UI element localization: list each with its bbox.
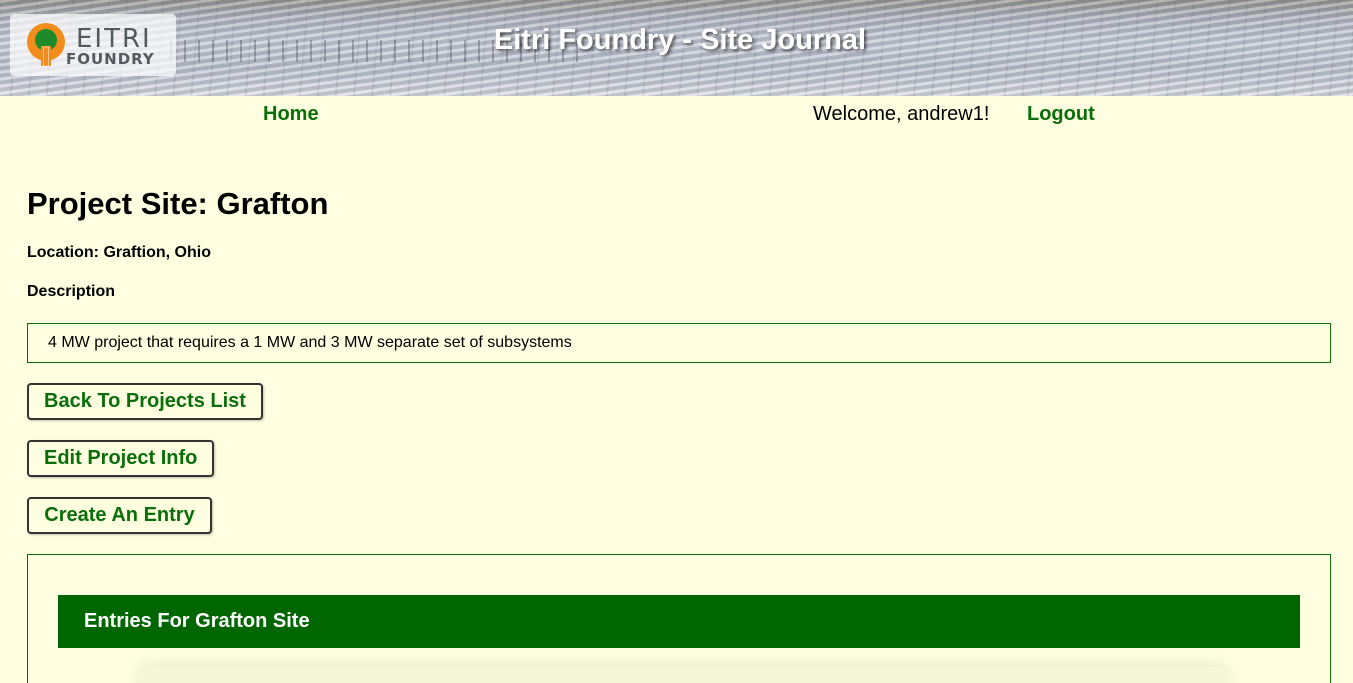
welcome-message: Welcome, andrew1! [813,103,990,125]
back-to-projects-button[interactable]: Back To Projects List [27,383,263,420]
nav-logout-link[interactable]: Logout [1027,103,1095,126]
edit-project-button[interactable]: Edit Project Info [27,440,214,477]
page-title: Project Site: Grafton [27,186,329,221]
create-entry-button[interactable]: Create An Entry [27,497,212,534]
description-label: Description [27,283,116,300]
entries-panel: Entries For Grafton Site [27,554,1331,683]
description-box: 4 MW project that requires a 1 MW and 3 … [27,323,1331,363]
nav-home-link[interactable]: Home [263,103,319,126]
entries-header: Entries For Grafton Site [58,595,1300,648]
entries-list-area [138,667,1228,683]
description-text: 4 MW project that requires a 1 MW and 3 … [48,334,572,351]
header-banner: EITRI FOUNDRY Eitri Foundry - Site Journ… [0,0,1353,96]
site-title: Eitri Foundry - Site Journal [493,24,867,56]
project-location: Location: Graftion, Ohio [27,244,211,261]
